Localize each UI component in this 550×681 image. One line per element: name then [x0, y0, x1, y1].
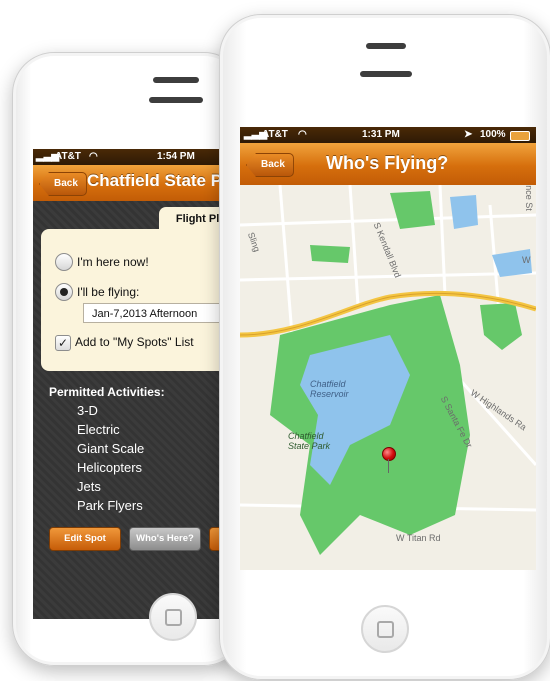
back-button[interactable]: Back: [39, 172, 87, 196]
speaker-grille: [149, 97, 203, 103]
radio-here-now[interactable]: [55, 253, 73, 271]
radio-will-fly[interactable]: [55, 283, 73, 301]
home-button[interactable]: [149, 593, 197, 641]
speaker-grille: [153, 77, 199, 83]
nav-bar: Back Who's Flying?: [240, 143, 536, 186]
map-pin-icon[interactable]: [382, 447, 396, 475]
whos-here-button[interactable]: Who's Here?: [129, 527, 201, 551]
status-bar: ▂▃▅ AT&T ◠ 1:31 PM ➤ 100%: [240, 127, 536, 143]
speaker-grille: [360, 71, 412, 77]
clock-label: 1:54 PM: [157, 151, 195, 162]
battery-percent: 100%: [480, 129, 506, 140]
add-spots-label: Add to "My Spots" List: [75, 335, 194, 349]
back-phone: ▂▃▅ AT&T ◠ 1:54 PM Back Chatfield State …: [12, 52, 246, 666]
add-spots-checkbox[interactable]: ✓: [55, 335, 71, 351]
carrier-label: AT&T: [55, 151, 81, 162]
speaker-grille: [366, 43, 406, 49]
front-phone: ▂▃▅ AT&T ◠ 1:31 PM ➤ 100% Back Who's Fly…: [219, 14, 550, 680]
wifi-icon: ◠: [298, 129, 307, 140]
street-label-nce: nce St: [523, 185, 534, 211]
page-title: Who's Flying?: [326, 153, 449, 173]
activity-item: Giant Scale: [77, 441, 145, 456]
page-title: Chatfield State P: [87, 171, 223, 190]
battery-icon: [510, 131, 530, 141]
activities-heading: Permitted Activities:: [49, 385, 165, 399]
carrier-label: AT&T: [262, 129, 288, 140]
checkbox-check-icon: ✓: [57, 336, 69, 350]
date-value: Jan-7,2013 Afternoon: [92, 308, 198, 320]
clock-label: 1:31 PM: [362, 129, 400, 140]
street-label-w: W: [522, 255, 531, 265]
back-button[interactable]: Back: [246, 153, 294, 177]
whos-flying-screen: ▂▃▅ AT&T ◠ 1:31 PM ➤ 100% Back Who's Fly…: [240, 127, 536, 570]
home-button[interactable]: [361, 605, 409, 653]
nav-bar: Back Chatfield State P: [33, 165, 245, 202]
will-fly-label: I'll be flying:: [77, 285, 140, 299]
activity-item: Park Flyers: [77, 498, 143, 513]
park-label: Chatfield State Park: [288, 431, 331, 451]
map-view[interactable]: Chatfield Reservoir Chatfield State Park…: [240, 185, 536, 570]
activity-item: 3-D: [77, 403, 98, 418]
activity-item: Jets: [77, 479, 101, 494]
detail-body: Flight Plan I'm here now! I'll be flying…: [33, 201, 245, 619]
status-bar: ▂▃▅ AT&T ◠ 1:54 PM: [33, 149, 245, 165]
reservoir-label: Chatfield Reservoir: [310, 379, 349, 399]
edit-spot-button[interactable]: Edit Spot: [49, 527, 121, 551]
location-arrow-icon: ➤: [464, 129, 473, 140]
flight-plan-card: I'm here now! I'll be flying: Jan-7,2013…: [41, 229, 245, 371]
street-label-titan: W Titan Rd: [396, 533, 441, 543]
here-now-label: I'm here now!: [77, 255, 149, 269]
spot-detail-screen: ▂▃▅ AT&T ◠ 1:54 PM Back Chatfield State …: [33, 149, 245, 619]
activity-item: Electric: [77, 422, 120, 437]
wifi-icon: ◠: [89, 151, 98, 162]
activity-item: Helicopters: [77, 460, 143, 475]
